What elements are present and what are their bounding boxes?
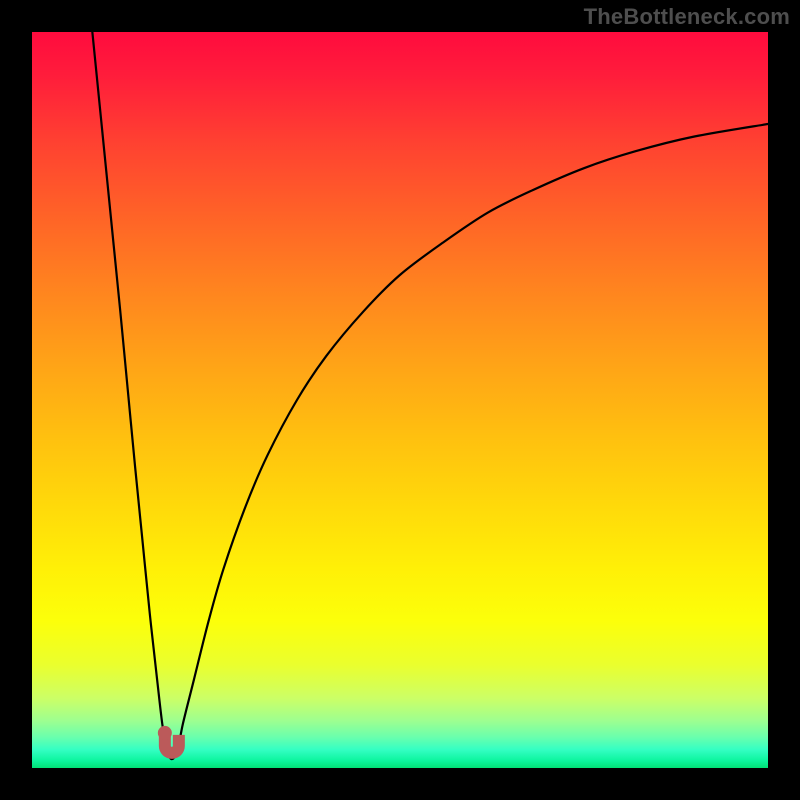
watermark-text: TheBottleneck.com (584, 4, 790, 30)
chart-frame: TheBottleneck.com (0, 0, 800, 800)
plot-area (32, 32, 768, 768)
bottleneck-curve-chart (32, 32, 768, 768)
gradient-background (32, 32, 768, 768)
marker-dot-icon (158, 726, 172, 740)
